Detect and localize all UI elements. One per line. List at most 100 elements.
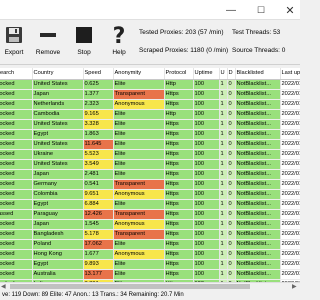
table-cell: United States: [32, 139, 84, 150]
column-header[interactable]: D: [227, 68, 236, 80]
table-cell: 1.377: [83, 89, 114, 100]
table-cell: 0: [227, 239, 236, 250]
table-cell: 1.863: [83, 129, 114, 140]
table-cell: yleBlocked: [0, 139, 33, 150]
column-header[interactable]: U: [219, 68, 228, 80]
table-cell: Https: [164, 179, 194, 190]
table-cell: yleBlocked: [0, 109, 33, 120]
table-cell: 9.651: [83, 189, 114, 200]
table-row[interactable]: ylePassedParaguay12.426TransparentHttps1…: [0, 209, 300, 220]
table-cell: Ukraine: [32, 149, 84, 160]
table-row[interactable]: yleBlockedColombia9.651AnonymousHttps100…: [0, 189, 300, 200]
table-cell: 2022/01/: [280, 269, 300, 280]
table-cell: 1: [219, 129, 228, 140]
maximize-icon[interactable]: ☐: [246, 0, 276, 20]
help-button[interactable]: ? Help: [101, 24, 137, 62]
table-cell: 100: [193, 89, 220, 100]
table-row[interactable]: yleBlockedHong Kong1.677AnonymousHttps10…: [0, 249, 300, 260]
table-cell: Https: [164, 129, 194, 140]
table-cell: Elite: [113, 139, 165, 150]
column-header[interactable]: Uptime: [193, 68, 220, 80]
horizontal-scrollbar[interactable]: ◀ ▶: [0, 282, 300, 290]
table-cell: 0.541: [83, 179, 114, 190]
table-row[interactable]: yleBlockedPoland17.062EliteHttps10010Not…: [0, 239, 300, 250]
table-row[interactable]: yleBlockedUkraine5.523EliteHttps10010Not…: [0, 149, 300, 160]
table-cell: NotBlacklist...: [235, 259, 281, 270]
minimize-icon[interactable]: —: [216, 0, 246, 20]
table-cell: Transparent: [113, 229, 165, 240]
table-cell: 1: [219, 139, 228, 150]
table-cell: Poland: [32, 239, 84, 250]
table-row[interactable]: yleBlockedUnited States0.625EliteHttp100…: [0, 79, 300, 90]
table-cell: yleBlocked: [0, 129, 33, 140]
table-cell: Https: [164, 269, 194, 280]
table-row[interactable]: yleBlockedUnited States3.549EliteHttps10…: [0, 159, 300, 170]
table-row[interactable]: yleBlockedGermany0.541TransparentHttps10…: [0, 179, 300, 190]
export-button[interactable]: Export: [0, 24, 32, 62]
title-bar: — ☐ ✕: [0, 0, 300, 20]
table-cell: 2022/01/: [280, 109, 300, 120]
table-cell: 0: [227, 209, 236, 220]
table-cell: 100: [193, 269, 220, 280]
table-row[interactable]: yleBlockedEgypt6.884EliteHttps10010NotBl…: [0, 199, 300, 210]
table-cell: 1: [219, 219, 228, 230]
stop-button[interactable]: Stop: [66, 24, 102, 62]
table-cell: Egypt: [32, 129, 84, 140]
column-header[interactable]: gle Search: [0, 68, 33, 80]
table-cell: Colombia: [32, 189, 84, 200]
table-cell: NotBlacklist...: [235, 269, 281, 280]
table-cell: 1: [219, 79, 228, 90]
proxy-table: gle SearchCountrySpeedAnonymityProtocolU…: [0, 68, 300, 282]
scroll-right-icon[interactable]: ▶: [292, 283, 297, 290]
table-cell: 0: [227, 79, 236, 90]
table-row[interactable]: yleBlockedUnited States3.328EliteHttps10…: [0, 119, 300, 130]
table-cell: NotBlacklist...: [235, 249, 281, 260]
table-cell: 100: [193, 109, 220, 120]
table-cell: Egypt: [32, 199, 84, 210]
table-cell: NotBlacklist...: [235, 109, 281, 120]
tested-proxies-stat: Tested Proxies: 203 (57 /min): [139, 29, 224, 36]
table-cell: 2022/01/: [280, 239, 300, 250]
table-cell: 0: [227, 219, 236, 230]
table-cell: Elite: [113, 169, 165, 180]
column-header[interactable]: Protocol: [164, 68, 194, 80]
table-cell: 1: [219, 149, 228, 160]
table-row[interactable]: yleBlockedCambodia9.165EliteHttp10010Not…: [0, 109, 300, 120]
test-threads-stat: Test Threads: 53: [232, 29, 281, 36]
table-row[interactable]: yleBlockedNetherlands2.323AnonymousHttps…: [0, 99, 300, 110]
column-header[interactable]: Speed: [83, 68, 114, 80]
table-row[interactable]: yleBlockedEgypt9.893EliteHttps10010NotBl…: [0, 259, 300, 270]
remove-button[interactable]: Remove: [30, 24, 66, 62]
minus-icon: [37, 24, 59, 46]
table-row[interactable]: yleBlockedJapan1.545AnonymousHttps10010N…: [0, 219, 300, 230]
table-cell: 2022/01/: [280, 159, 300, 170]
table-cell: 5.178: [83, 229, 114, 240]
table-cell: 100: [193, 129, 220, 140]
table-cell: Paraguay: [32, 209, 84, 220]
table-cell: NotBlacklist...: [235, 169, 281, 180]
column-header[interactable]: Blacklisted: [235, 68, 281, 80]
remove-label: Remove: [35, 49, 61, 56]
table-row[interactable]: yleBlockedBangladesh5.178TransparentHttp…: [0, 229, 300, 240]
table-cell: United States: [32, 79, 84, 90]
table-cell: Elite: [113, 259, 165, 270]
table-cell: 2022/01/: [280, 99, 300, 110]
table-cell: 2022/01/: [280, 199, 300, 210]
table-cell: NotBlacklist...: [235, 119, 281, 130]
table-row[interactable]: yleBlockedAustralia13.177EliteHttps10010…: [0, 269, 300, 280]
table-row[interactable]: yleBlockedEgypt1.863EliteHttps10010NotBl…: [0, 129, 300, 140]
table-row[interactable]: yleBlockedJapan1.377TransparentHttps1001…: [0, 89, 300, 100]
column-header[interactable]: Country: [32, 68, 84, 80]
column-header[interactable]: Last upd: [280, 68, 300, 80]
table-row[interactable]: yleBlockedUnited States11.645EliteHttps1…: [0, 139, 300, 150]
table-cell: Elite: [113, 269, 165, 280]
table-row[interactable]: yleBlockedJapan2.481EliteHttps10010NotBl…: [0, 169, 300, 180]
column-header[interactable]: Anonymity: [113, 68, 165, 80]
table-cell: Hong Kong: [32, 249, 84, 260]
close-icon[interactable]: ✕: [275, 0, 305, 20]
scrollbar-thumb[interactable]: [10, 284, 250, 289]
scroll-left-icon[interactable]: ◀: [1, 283, 6, 290]
table-cell: 2022/01/: [280, 169, 300, 180]
table-cell: NotBlacklist...: [235, 159, 281, 170]
table-cell: Https: [164, 199, 194, 210]
